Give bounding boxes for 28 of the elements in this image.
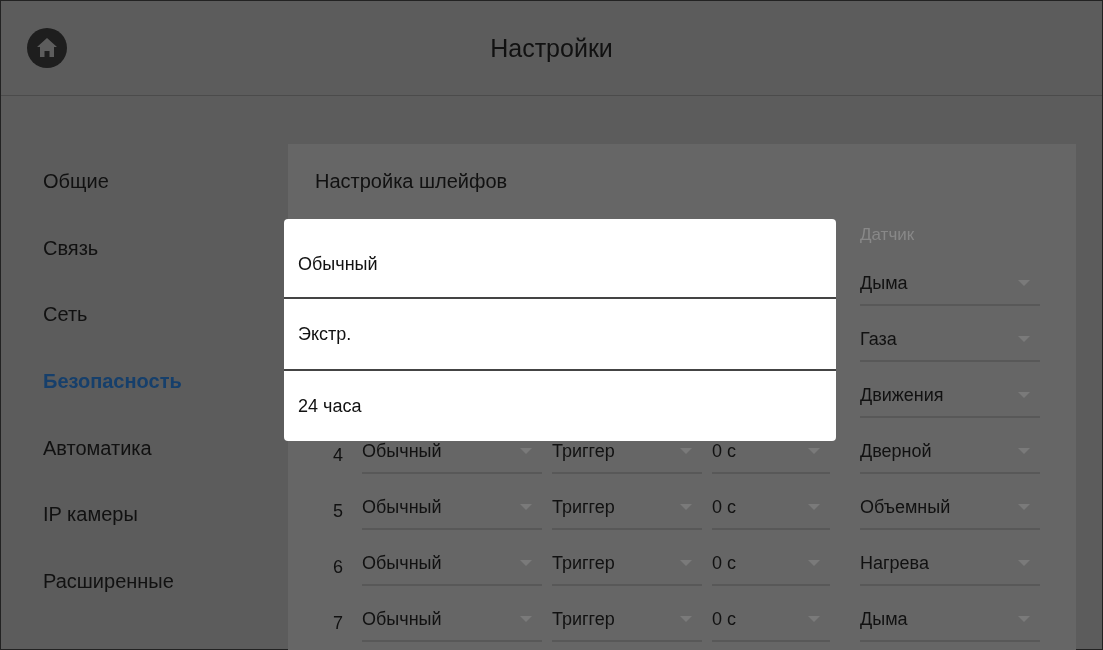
row-number: 7 [333,613,343,634]
home-icon[interactable] [27,28,67,68]
page-title: Настройки [490,33,613,63]
dropdown-field[interactable]: Обычный [362,474,542,530]
dropdown-field[interactable]: 0 с [712,530,830,586]
dropdown-field[interactable]: Триггер [552,586,702,642]
row-number: 5 [333,501,343,522]
dropdown-field[interactable]: Газа [860,306,1040,362]
dropdown-field[interactable]: Дверной [860,418,1040,474]
dropdown-field[interactable]: Триггер [552,530,702,586]
row-number: 4 [333,445,343,466]
row-number: 6 [333,557,343,578]
dropdown-field[interactable]: Дыма [860,250,1040,306]
dropdown-field[interactable]: 0 с [712,474,830,530]
sidebar-item[interactable]: Общие [1,148,288,215]
menu-option[interactable]: 24 часа [284,369,836,441]
dropdown-field[interactable]: 0 с [712,586,830,642]
section-title: Настройка шлейфов [314,169,508,194]
dropdown-field[interactable]: Дыма [860,586,1040,642]
menu-option[interactable]: Экстр. [284,297,836,369]
dropdown-field[interactable]: Объемный [860,474,1040,530]
dropdown-field[interactable]: Обычный [362,530,542,586]
dropdown-field[interactable]: Движения [860,362,1040,418]
sidebar-item[interactable]: IP камеры [1,481,288,549]
dropdown-field[interactable]: Обычный [362,586,542,642]
dropdown-field[interactable]: Триггер [552,474,702,530]
dropdown-field[interactable]: Нагрева [860,530,1040,586]
sidebar-item[interactable]: Расширенные [1,548,288,615]
